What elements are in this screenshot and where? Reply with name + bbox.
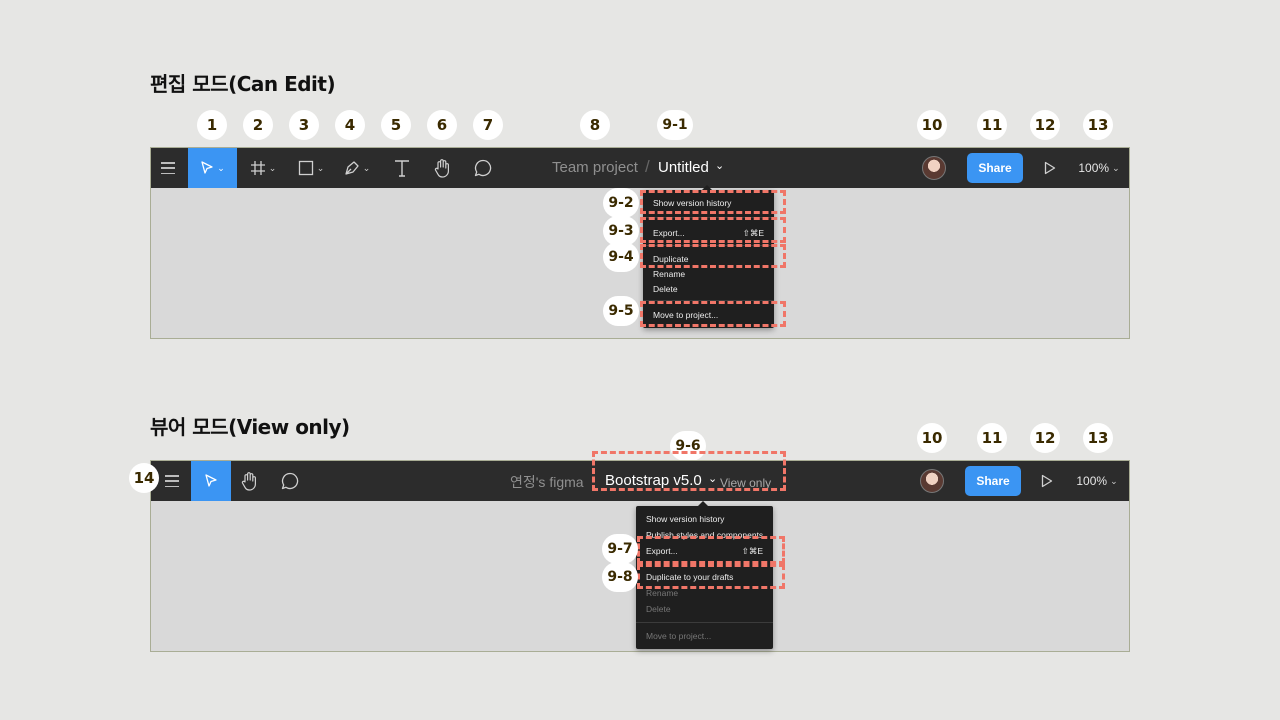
highlight-9-4 — [640, 244, 786, 268]
main-menu-button[interactable] — [151, 148, 185, 188]
move-icon — [201, 161, 213, 174]
menu-icon — [161, 162, 175, 174]
chevron-down-icon: ⌄ — [362, 162, 371, 173]
badge-10-view: 10 — [917, 423, 947, 453]
badge-12-view: 12 — [1030, 423, 1060, 453]
zoom-menu[interactable]: 100% ⌄ — [1075, 461, 1119, 501]
share-button[interactable]: Share — [967, 153, 1023, 183]
badge-10: 10 — [917, 110, 947, 140]
highlight-9-7 — [637, 536, 785, 564]
hand-icon — [241, 472, 256, 491]
present-button[interactable] — [1035, 461, 1059, 501]
chevron-down-icon: ⌄ — [1110, 475, 1118, 486]
edit-toolbar: ⌄ ⌄ ⌄ ⌄ Team project / Untitled ⌄ Share … — [151, 148, 1129, 188]
menu-item-delete: Delete — [646, 604, 671, 614]
badge-9-2: 9-2 — [603, 188, 639, 218]
frame-tool-button[interactable]: ⌄ — [243, 148, 283, 188]
edit-mode-heading: 편집 모드(Can Edit) — [150, 72, 336, 96]
menu-icon — [165, 475, 179, 487]
badge-4: 4 — [335, 110, 365, 140]
zoom-level: 100% — [1078, 161, 1110, 175]
pen-tool-button[interactable]: ⌄ — [337, 148, 377, 188]
team-name-link[interactable]: 연정's figma — [510, 472, 584, 492]
badge-14: 14 — [129, 463, 159, 493]
avatar — [922, 156, 946, 180]
badge-11: 11 — [977, 110, 1007, 140]
badge-9-4: 9-4 — [603, 242, 639, 272]
badge-12: 12 — [1030, 110, 1060, 140]
file-name-button[interactable]: Untitled — [658, 159, 709, 176]
user-avatar[interactable] — [922, 156, 946, 180]
comment-icon — [474, 159, 492, 177]
badge-3: 3 — [289, 110, 319, 140]
badge-9-7: 9-7 — [602, 534, 638, 564]
highlight-9-6 — [592, 451, 786, 491]
badge-2: 2 — [243, 110, 273, 140]
highlight-9-2 — [640, 190, 786, 214]
menu-item-rename: Rename — [646, 588, 679, 598]
play-icon — [1041, 474, 1053, 488]
badge-1: 1 — [197, 110, 227, 140]
move-tool-button[interactable] — [191, 461, 231, 501]
menu-item-delete[interactable]: Delete — [653, 284, 678, 294]
highlight-9-8 — [637, 564, 785, 589]
shape-tool-button[interactable]: ⌄ — [291, 148, 331, 188]
hand-tool-button[interactable] — [233, 461, 267, 501]
badge-6: 6 — [427, 110, 457, 140]
pen-icon — [345, 161, 359, 175]
zoom-menu[interactable]: 100% ⌄ — [1077, 148, 1121, 188]
move-icon — [205, 474, 217, 487]
team-project-link[interactable]: Team project — [552, 159, 638, 176]
badge-13-view: 13 — [1083, 423, 1113, 453]
badge-9-5: 9-5 — [603, 296, 639, 326]
badge-9-1: 9-1 — [657, 110, 693, 140]
comment-tool-button[interactable] — [466, 148, 500, 188]
avatar — [920, 469, 944, 493]
hand-icon — [434, 159, 449, 178]
badge-13: 13 — [1083, 110, 1113, 140]
view-mode-heading: 뷰어 모드(View only) — [150, 415, 350, 439]
menu-item-show-version-history[interactable]: Show version history — [646, 514, 724, 524]
chevron-down-icon: ⌄ — [1112, 162, 1120, 173]
present-button[interactable] — [1038, 148, 1062, 188]
highlight-9-5 — [640, 301, 786, 327]
move-tool-button[interactable]: ⌄ — [188, 148, 237, 188]
chevron-down-icon: ⌄ — [217, 162, 225, 173]
share-button[interactable]: Share — [965, 466, 1021, 496]
hand-tool-button[interactable] — [426, 148, 460, 188]
badge-8: 8 — [580, 110, 610, 140]
chevron-down-icon: ⌄ — [316, 162, 325, 173]
chevron-down-icon[interactable]: ⌄ — [715, 159, 724, 172]
chevron-down-icon: ⌄ — [268, 162, 277, 173]
frame-icon — [250, 161, 265, 175]
zoom-level: 100% — [1076, 474, 1108, 488]
badge-11-view: 11 — [977, 423, 1007, 453]
badge-7: 7 — [473, 110, 503, 140]
menu-item-rename[interactable]: Rename — [653, 269, 685, 279]
text-tool-button[interactable] — [385, 148, 419, 188]
comment-tool-button[interactable] — [273, 461, 307, 501]
text-icon — [395, 160, 409, 177]
play-icon — [1044, 161, 1056, 175]
comment-icon — [281, 472, 299, 490]
menu-item-move-to-project: Move to project... — [646, 631, 712, 641]
badge-9-8: 9-8 — [602, 562, 638, 592]
main-menu-button[interactable] — [155, 461, 189, 501]
highlight-9-3 — [640, 217, 786, 243]
badge-5: 5 — [381, 110, 411, 140]
rectangle-icon — [298, 160, 313, 176]
user-avatar[interactable] — [920, 469, 944, 493]
breadcrumb-separator: / — [645, 157, 650, 176]
